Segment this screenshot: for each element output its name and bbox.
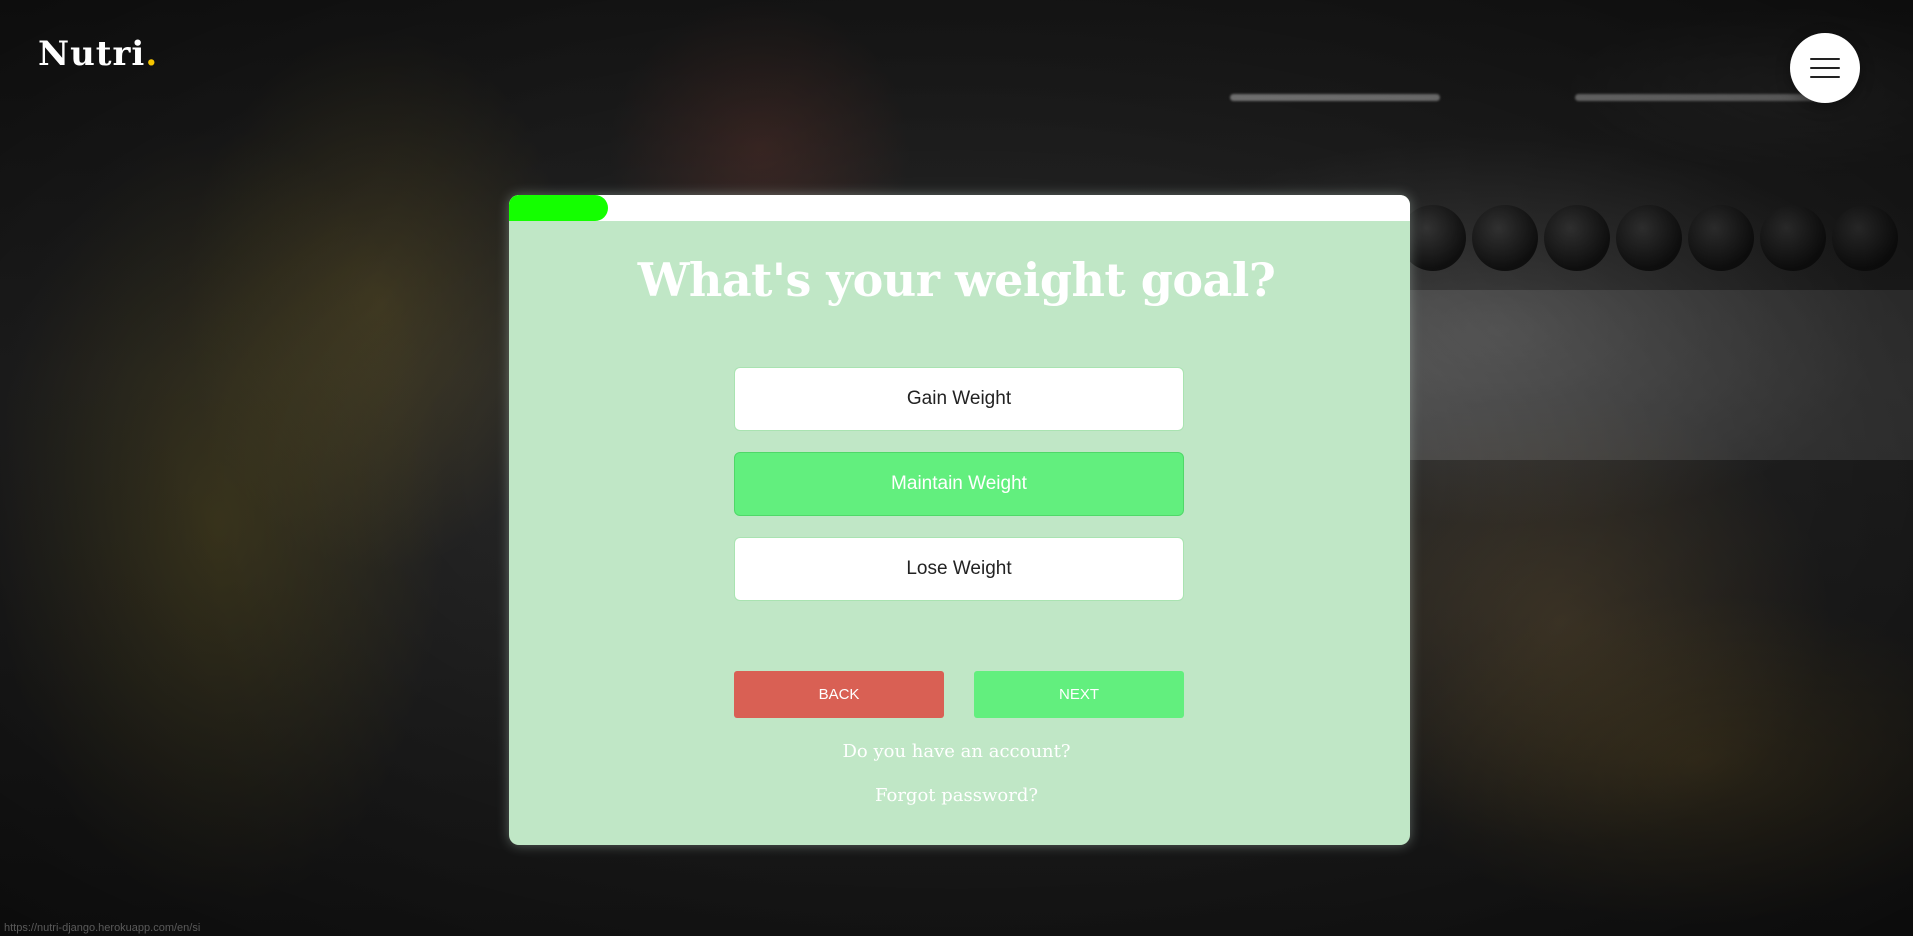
forgot-password-link[interactable]: Forgot password? (0, 785, 1913, 806)
progress-bar (509, 195, 1410, 221)
option-lose-weight[interactable]: Lose Weight (734, 537, 1184, 601)
page-title: What's your weight goal? (637, 253, 1276, 307)
progress-bar-fill (509, 195, 609, 221)
brand-logo[interactable]: Nutri. (38, 34, 158, 74)
next-button[interactable]: NEXT (974, 671, 1184, 718)
have-account-link[interactable]: Do you have an account? (0, 741, 1913, 762)
brand-name: Nutri (38, 34, 146, 74)
page: Nutri. What's your weight goal? Gain Wei… (0, 0, 1913, 936)
hamburger-icon (1810, 58, 1840, 78)
option-maintain-weight[interactable]: Maintain Weight (734, 452, 1184, 516)
back-button[interactable]: BACK (734, 671, 944, 718)
menu-button[interactable] (1790, 33, 1860, 103)
status-bar-url: https://nutri-django.herokuapp.com/en/si (4, 922, 201, 934)
brand-dot: . (145, 34, 159, 74)
option-gain-weight[interactable]: Gain Weight (734, 367, 1184, 431)
